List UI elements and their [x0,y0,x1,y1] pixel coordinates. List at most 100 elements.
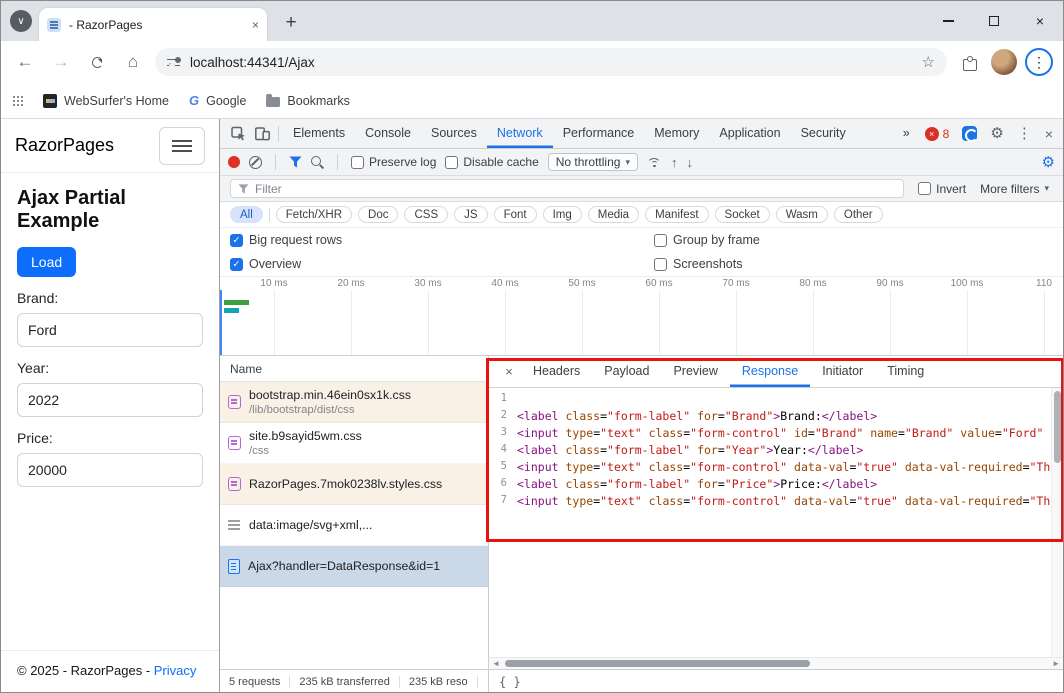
checkbox-icon[interactable]: ✓ [230,257,243,271]
scrollbar-thumb[interactable] [1054,391,1061,463]
bookmark-star-icon[interactable]: ☆ [922,53,935,71]
devtools-tab-sources[interactable]: Sources [421,119,487,148]
filter-chip-manifest[interactable]: Manifest [645,206,709,223]
filter-chip-css[interactable]: CSS [404,206,449,223]
option-screenshots[interactable]: Screenshots [654,257,742,271]
checkbox-icon[interactable]: ✓ [230,233,243,247]
browser-tab[interactable]: - RazorPages × [39,8,267,41]
error-count-badge[interactable]: × 8 [924,126,949,141]
option-big-request-rows[interactable]: ✓ Big request rows [230,233,654,247]
preserve-log-checkbox[interactable]: Preserve log [351,155,436,169]
load-button[interactable]: Load [17,247,77,277]
site-settings-icon[interactable] [167,56,181,68]
option-group-by-frame[interactable]: Group by frame [654,233,760,247]
bookmark-websurfer[interactable]: WebSurfer's Home [43,93,169,108]
privacy-link[interactable]: Privacy [154,663,197,678]
extensions-button[interactable] [955,48,983,76]
bookmark-google[interactable]: G Google [189,93,246,108]
detail-tab-initiator[interactable]: Initiator [810,356,875,387]
url-text[interactable]: localhost:44341/Ajax [190,55,913,70]
filter-funnel-icon[interactable] [289,156,302,168]
devtools-tab-memory[interactable]: Memory [644,119,709,148]
network-conditions-icon[interactable] [647,156,662,168]
navbar-toggler-button[interactable] [159,126,205,165]
devtools-tab-console[interactable]: Console [355,119,421,148]
table-row[interactable]: Ajax?handler=DataResponse&id=1 [220,546,488,587]
horizontal-scrollbar[interactable]: ◄ ► [489,657,1063,669]
more-tabs-button[interactable]: » [901,119,912,148]
table-row[interactable]: site.b9sayid5wm.css/css [220,423,488,464]
network-settings-button[interactable]: ⚙ [1042,155,1055,170]
inspect-element-button[interactable] [226,122,250,146]
devtools-tab-application[interactable]: Application [709,119,790,148]
browser-menu-button[interactable]: ⋮ [1025,48,1053,76]
checkbox-icon[interactable] [654,233,667,247]
year-field[interactable] [17,383,203,417]
app-brand-link[interactable]: RazorPages [15,135,114,156]
checkbox-icon[interactable] [654,257,667,271]
devtools-tab-performance[interactable]: Performance [553,119,645,148]
filter-chip-img[interactable]: Img [542,206,582,223]
tab-search-button[interactable]: ∨ [10,10,32,32]
scroll-left-icon[interactable]: ◄ [492,659,500,668]
devtools-settings-button[interactable]: ⚙ [990,126,1003,141]
search-icon[interactable] [311,155,324,169]
detail-tab-headers[interactable]: Headers [521,356,592,387]
filter-chip-all[interactable]: All [230,206,263,223]
filter-chip-fetch-xhr[interactable]: Fetch/XHR [275,206,353,223]
devtools-tab-security[interactable]: Security [791,119,856,148]
bookmarks-folder[interactable]: Bookmarks [266,94,350,108]
table-row[interactable]: RazorPages.7mok0238lv.styles.css [220,464,488,505]
brand-field[interactable] [17,313,203,347]
detail-tab-preview[interactable]: Preview [661,356,729,387]
option-overview[interactable]: ✓ Overview [230,257,654,271]
throttling-select[interactable]: No throttling ▾ [547,153,638,171]
home-button[interactable]: ⌂ [119,48,147,76]
price-field[interactable] [17,453,203,487]
filter-chip-media[interactable]: Media [587,206,640,223]
recorder-badge-icon[interactable] [962,126,979,142]
table-row[interactable]: data:image/svg+xml,... [220,505,488,546]
profile-avatar[interactable] [991,49,1017,75]
devtools-menu-button[interactable]: ⋮ [1017,126,1032,141]
maximize-button[interactable] [971,1,1017,41]
url-field[interactable]: localhost:44341/Ajax ☆ [155,48,947,76]
detail-tab-response[interactable]: Response [730,356,810,387]
more-filters-button[interactable]: More filters ▾ [980,182,1053,196]
network-overview-timeline[interactable]: 10 ms 20 ms 30 ms 40 ms 50 ms 60 ms 70 ms 80 ms… [220,276,1063,356]
detail-close-button[interactable]: × [497,360,521,384]
network-filter-input[interactable]: Filter [230,179,905,198]
devtools-close-button[interactable]: × [1045,127,1053,141]
detail-tab-payload[interactable]: Payload [592,356,661,387]
filter-chip-font[interactable]: Font [493,206,537,223]
refresh-button[interactable] [83,48,111,76]
vertical-scrollbar[interactable] [1051,388,1063,657]
detail-tab-timing[interactable]: Timing [875,356,936,387]
filter-chip-other[interactable]: Other [833,206,883,223]
table-row[interactable]: bootstrap.min.46ein0sx1k.css/lib/bootstr… [220,382,488,423]
minimize-button[interactable] [925,1,971,41]
request-list-header[interactable]: Name [220,356,488,382]
disable-cache-checkbox[interactable]: Disable cache [445,155,539,169]
import-har-button[interactable]: ↑ [671,156,678,169]
back-button[interactable]: ← [11,48,39,76]
devtools-tab-elements[interactable]: Elements [283,119,355,148]
tab-close-icon[interactable]: × [252,18,259,32]
scrollbar-thumb[interactable] [505,660,810,667]
forward-button[interactable]: → [47,48,75,76]
devtools-tab-network[interactable]: Network [487,119,553,148]
record-button[interactable] [228,156,240,168]
apps-grid-button[interactable] [13,95,23,106]
new-tab-button[interactable]: + [277,9,305,37]
invert-checkbox[interactable]: Invert [918,182,966,196]
filter-chip-js[interactable]: JS [454,206,488,223]
scroll-right-icon[interactable]: ► [1052,659,1060,668]
filter-chip-doc[interactable]: Doc [358,206,399,223]
clear-button[interactable] [249,155,262,169]
format-braces-icon[interactable]: { } [499,675,521,689]
close-button[interactable]: × [1017,1,1063,41]
filter-chip-wasm[interactable]: Wasm [775,206,828,223]
filter-chip-socket[interactable]: Socket [714,206,770,223]
device-toolbar-button[interactable] [250,122,274,146]
export-har-button[interactable]: ↓ [686,156,693,169]
